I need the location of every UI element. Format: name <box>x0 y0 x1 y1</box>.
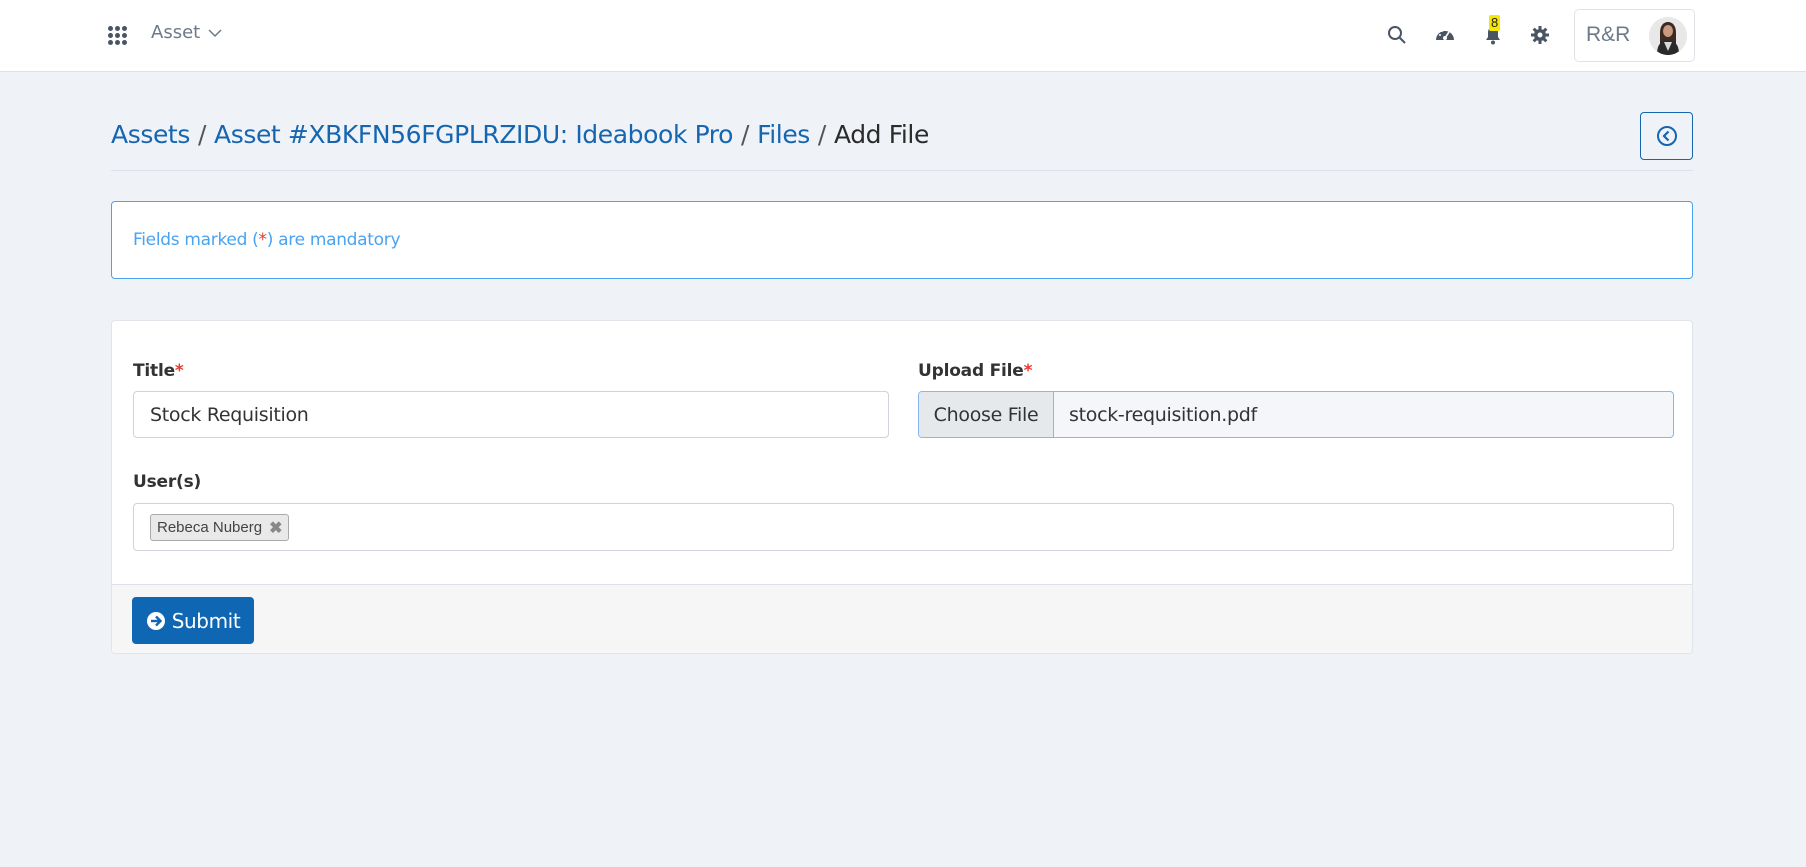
page-title: Add File <box>833 120 929 149</box>
breadcrumb-files[interactable]: Files <box>757 120 810 149</box>
gear-icon[interactable] <box>1527 22 1553 48</box>
breadcrumb: Assets / Asset #XBKFN56FGPLRZIDU: Ideabook… <box>111 120 929 149</box>
choose-file-button[interactable]: Choose File <box>919 392 1054 437</box>
title-input[interactable] <box>133 391 889 438</box>
user-menu[interactable]: R&R <box>1574 9 1695 62</box>
user-tag-label: Rebeca Nuberg <box>157 519 263 536</box>
avatar <box>1649 17 1687 55</box>
breadcrumb-asset[interactable]: Asset #XBKFN56FGPLRZIDU: Ideabook Pro <box>214 120 733 149</box>
submit-button[interactable]: Submit <box>132 597 254 644</box>
user-initials: R&R <box>1586 23 1631 46</box>
submit-label: Submit <box>171 608 241 633</box>
apps-grid-icon[interactable] <box>108 26 128 46</box>
upload-file-label: Upload File* <box>918 361 1033 381</box>
mandatory-fields-alert: Fields marked (*) are mandatory <box>111 201 1693 279</box>
dashboard-gauge-icon[interactable] <box>1432 22 1458 48</box>
top-navbar: Asset 8 R&R <box>0 0 1806 72</box>
add-file-form: Title* Upload File* Choose File stock-re… <box>111 320 1693 654</box>
chevron-circle-left-icon <box>1656 126 1677 146</box>
required-mark: * <box>258 230 268 250</box>
breadcrumb-separator: / <box>741 120 750 149</box>
module-switcher[interactable]: Asset <box>151 22 222 43</box>
arrow-circle-right-icon <box>146 611 165 630</box>
selected-file-name: stock-requisition.pdf <box>1069 403 1257 426</box>
file-upload-input[interactable]: Choose File stock-requisition.pdf <box>918 391 1674 438</box>
notification-badge: 8 <box>1489 15 1501 31</box>
breadcrumb-separator: / <box>817 120 826 149</box>
back-button[interactable] <box>1640 112 1693 160</box>
users-select[interactable]: Rebeca Nuberg ✖ <box>133 503 1674 551</box>
chevron-down-icon <box>208 28 222 37</box>
selected-user-tag: Rebeca Nuberg ✖ <box>150 514 290 541</box>
breadcrumb-assets[interactable]: Assets <box>111 120 190 149</box>
users-label: User(s) <box>133 472 202 492</box>
header-divider <box>111 170 1693 171</box>
breadcrumb-separator: / <box>197 120 206 149</box>
module-label: Asset <box>151 22 201 43</box>
form-footer: Submit <box>112 584 1692 653</box>
alert-message: Fields marked (*) are mandatory <box>133 230 401 250</box>
remove-user-icon[interactable]: ✖ <box>269 518 282 538</box>
search-icon[interactable] <box>1384 22 1410 48</box>
title-label: Title* <box>133 361 184 381</box>
